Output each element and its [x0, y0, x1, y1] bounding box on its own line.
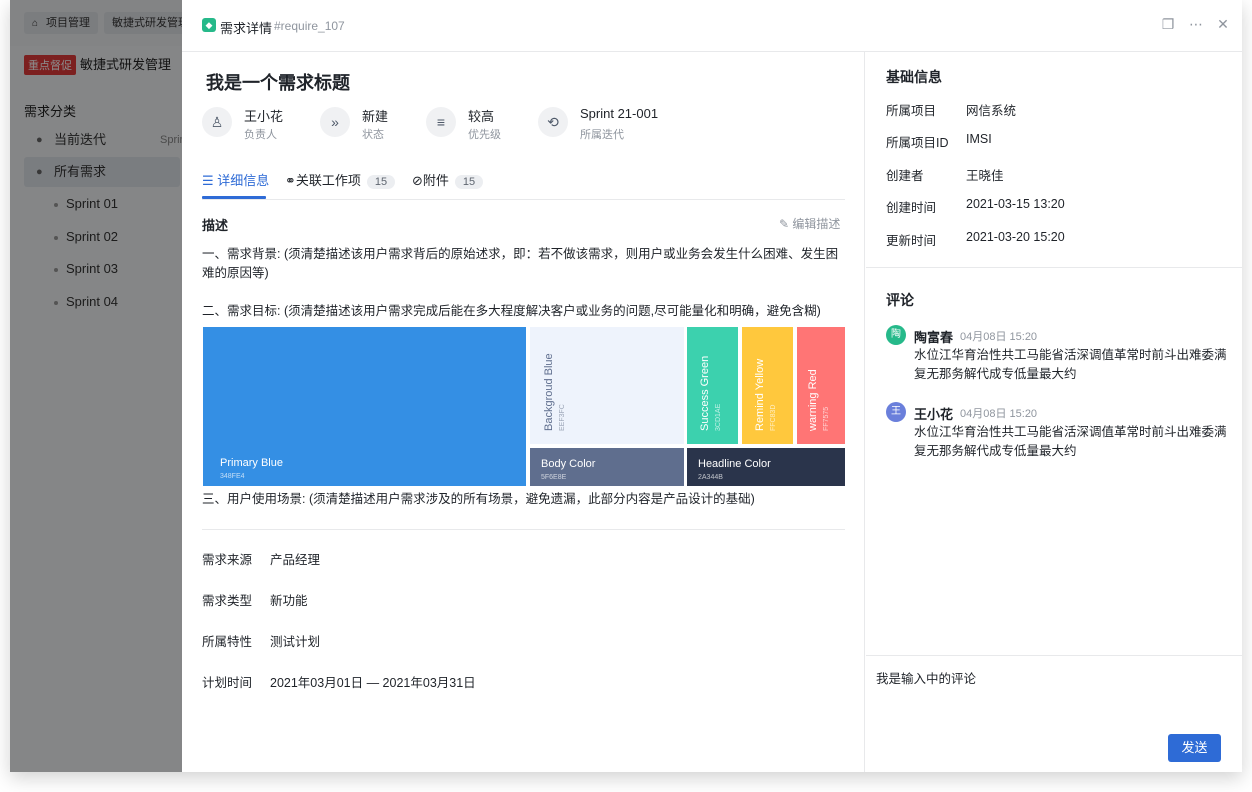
requirement-title: 我是一个需求标题: [206, 73, 350, 93]
count-badge: 15: [366, 175, 396, 189]
comment-text: 水位江华育治性共工马能省活深调值革常时前斗出难委满复无那务解代成专低量最大约: [914, 425, 1227, 458]
requirement-icon: ◆: [202, 18, 216, 32]
info-updated-label: 更新时间: [886, 234, 937, 248]
count-badge: 15: [454, 175, 484, 189]
description-scenario: 三、用户使用场景: (须清楚描述用户需求涉及的所有场景，避免遗漏，此部分内容是产…: [202, 492, 755, 506]
comment-author: 王小花: [914, 407, 954, 422]
drawer-header: ◆ 需求详情 #require_107 ❐ ⋯ ✕: [182, 0, 1242, 52]
sidebar-divider: [866, 267, 1242, 268]
status-icon: »: [320, 107, 350, 137]
info-project-id-value: IMSI: [966, 132, 992, 146]
close-icon[interactable]: ✕: [1215, 16, 1231, 33]
detail-main: 我是一个需求标题 ♙ 王小花 负责人 » 新建 状态 ≡ 较高 优先级 ⟲ Sp…: [182, 52, 865, 772]
edit-description-button[interactable]: ✎ 编辑描述: [779, 215, 840, 232]
description-background: 一、需求背景: (须清楚描述该用户需求背后的原始述求，即：若不做该需求，则用户或…: [202, 247, 839, 280]
edit-icon: ✎: [779, 217, 790, 231]
swatch-warning-red: warning Red FF7575: [797, 327, 845, 444]
tab-details[interactable]: ☰ 详细信息: [202, 170, 269, 189]
more-icon[interactable]: ⋯: [1188, 16, 1204, 33]
comment-input[interactable]: 我是输入中的评论: [876, 668, 976, 687]
field-plan-time-label: 计划时间: [202, 676, 253, 690]
swatch-primary-blue: Primary Blue 348FE4: [203, 327, 526, 486]
swatch-success-green: Success Green 3CD1AE: [687, 327, 738, 444]
info-creator-value: 王晓佳: [966, 169, 1004, 183]
drawer-title: 需求详情: [220, 21, 273, 36]
user-icon: ♙: [202, 107, 232, 137]
detail-sidebar: 基础信息 所属项目 网信系统 所属项目ID IMSI 创建者 王晓佳 创建时间 …: [866, 52, 1242, 772]
comment-input-divider: [866, 655, 1242, 656]
tab-attachments[interactable]: ⊘附件 15: [412, 170, 484, 189]
requirement-detail-drawer: ◆ 需求详情 #require_107 ❐ ⋯ ✕ 我是一个需求标题 ♙ 王小花…: [182, 0, 1242, 772]
basic-info-heading: 基础信息: [886, 69, 942, 85]
color-palette-image: Primary Blue 348FE4 Backgroud Blue EEF3F…: [203, 327, 845, 486]
field-source-label: 需求来源: [202, 553, 253, 567]
comment-time: 04月08日 15:20: [960, 408, 1038, 420]
tab-related-items[interactable]: ⚭关联工作项 15: [285, 170, 396, 189]
description-label: 描述: [202, 218, 229, 233]
comment-time: 04月08日 15:20: [960, 331, 1038, 343]
requirement-id: #require_107: [274, 19, 345, 33]
priority-icon: ≡: [426, 107, 456, 137]
comments-heading: 评论: [886, 292, 914, 308]
field-feature-label: 所属特性: [202, 635, 253, 649]
comment-author: 陶富春: [914, 330, 954, 345]
info-created-value: 2021-03-15 13:20: [966, 197, 1065, 211]
swatch-body-color: Body Color 5F6E8E: [530, 448, 684, 486]
info-project-value: 网信系统: [966, 104, 1017, 118]
detail-tabs: ☰ 详细信息 ⚭关联工作项 15 ⊘附件 15: [202, 162, 845, 200]
info-creator-label: 创建者: [886, 169, 924, 183]
comment-text: 水位江华育治性共工马能省活深调值革常时前斗出难委满复无那务解代成专低量最大约: [914, 348, 1227, 381]
avatar: 王: [886, 402, 906, 422]
field-plan-time-value[interactable]: 2021年03月01日 — 2021年03月31日: [270, 672, 476, 691]
field-type-value[interactable]: 新功能: [270, 590, 308, 609]
swatch-headline-color: Headline Color 2A344B: [687, 448, 845, 486]
info-created-label: 创建时间: [886, 201, 937, 215]
section-divider: [202, 529, 845, 530]
window-frame: ⌂ 项目管理 敏捷式研发管理 重点督促 敏捷式研发管理 需求分类 ● 当前迭代 Sp…: [10, 0, 1242, 772]
send-button[interactable]: 发送: [1168, 734, 1221, 762]
info-project-label: 所属项目: [886, 104, 937, 118]
list-icon: ☰: [202, 173, 214, 188]
field-feature-value[interactable]: 测试计划: [270, 631, 320, 650]
avatar: 陶: [886, 325, 906, 345]
copy-icon[interactable]: ❐: [1160, 16, 1176, 33]
active-tab-indicator: [202, 196, 266, 199]
paperclip-icon: ⊘: [412, 173, 423, 188]
cycle-icon: ⟲: [538, 107, 568, 137]
swatch-remind-yellow: Remind Yellow FFC83D: [742, 327, 793, 444]
field-source-value[interactable]: 产品经理: [270, 549, 320, 568]
link-icon: ⚭: [285, 173, 296, 188]
info-project-id-label: 所属项目ID: [886, 136, 949, 150]
description-goal: 二、需求目标: (须清楚描述该用户需求完成后能在多大程度解决客户或业务的问题,尽…: [202, 304, 821, 318]
swatch-background-blue: Backgroud Blue EEF3FC: [530, 327, 684, 444]
field-type-label: 需求类型: [202, 594, 253, 608]
info-updated-value: 2021-03-20 15:20: [966, 230, 1065, 244]
